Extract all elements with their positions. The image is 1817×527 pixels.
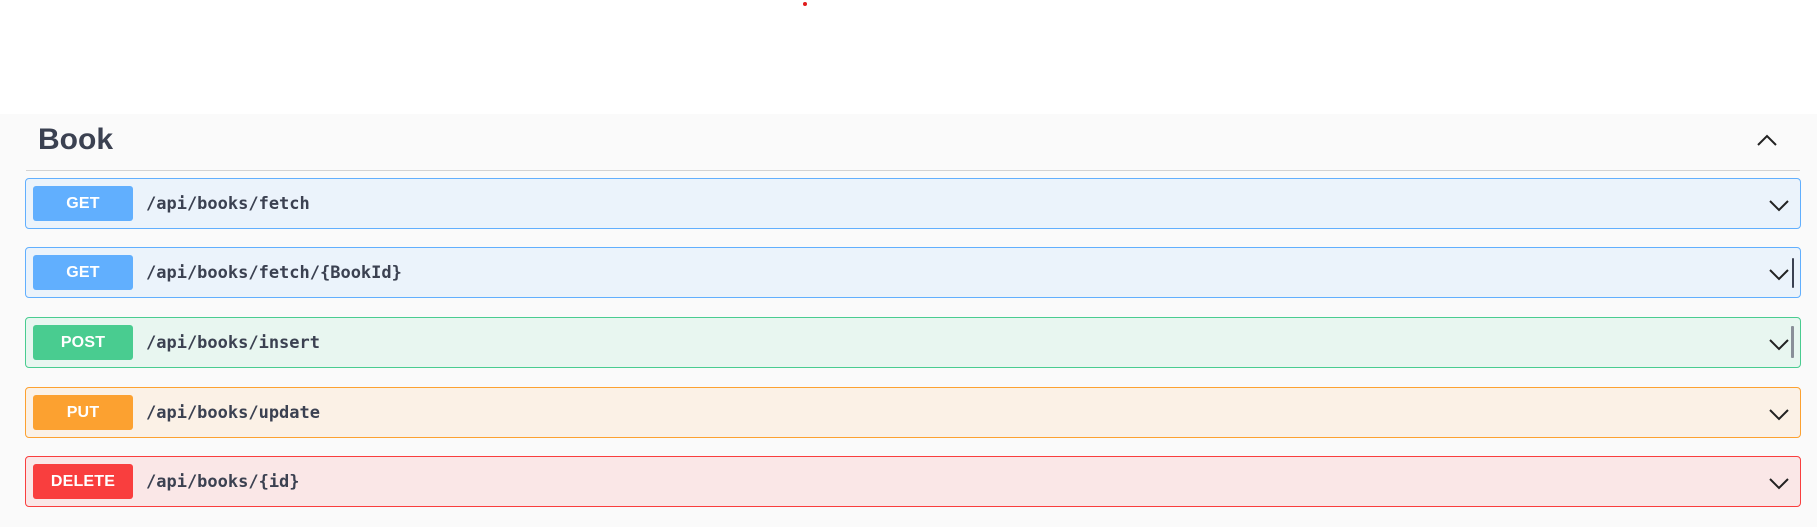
method-badge: GET	[33, 255, 133, 290]
scrollbar-thumb[interactable]	[1791, 326, 1794, 358]
operation-get-books-fetch-by-id[interactable]: GET /api/books/fetch/{BookId}	[25, 247, 1801, 298]
chevron-down-icon[interactable]	[1766, 470, 1792, 496]
red-dot-marker	[803, 2, 807, 6]
method-badge: POST	[33, 325, 133, 360]
scrollbar-thumb[interactable]	[1792, 258, 1794, 288]
operation-path: /api/books/{id}	[146, 472, 300, 492]
chevron-down-icon[interactable]	[1766, 331, 1792, 357]
operation-post-books-insert[interactable]: POST /api/books/insert	[25, 317, 1801, 368]
method-badge: PUT	[33, 395, 133, 430]
method-badge: GET	[33, 186, 133, 221]
tag-header[interactable]: Book	[26, 114, 1800, 171]
method-badge: DELETE	[33, 464, 133, 499]
operation-path: /api/books/fetch	[146, 194, 310, 214]
chevron-up-icon[interactable]	[1752, 126, 1782, 156]
operation-delete-book[interactable]: DELETE /api/books/{id}	[25, 456, 1801, 507]
tag-title: Book	[38, 123, 113, 156]
tag-section-book: Book GET /api/books/fetch GET /api/books…	[0, 114, 1817, 527]
operation-path: /api/books/insert	[146, 333, 320, 353]
chevron-down-icon[interactable]	[1766, 192, 1792, 218]
operation-path: /api/books/fetch/{BookId}	[146, 263, 402, 283]
operation-get-books-fetch[interactable]: GET /api/books/fetch	[25, 178, 1801, 229]
operation-put-books-update[interactable]: PUT /api/books/update	[25, 387, 1801, 438]
operation-path: /api/books/update	[146, 403, 320, 423]
chevron-down-icon[interactable]	[1766, 261, 1792, 287]
chevron-down-icon[interactable]	[1766, 401, 1792, 427]
top-blank-area	[0, 0, 1817, 114]
